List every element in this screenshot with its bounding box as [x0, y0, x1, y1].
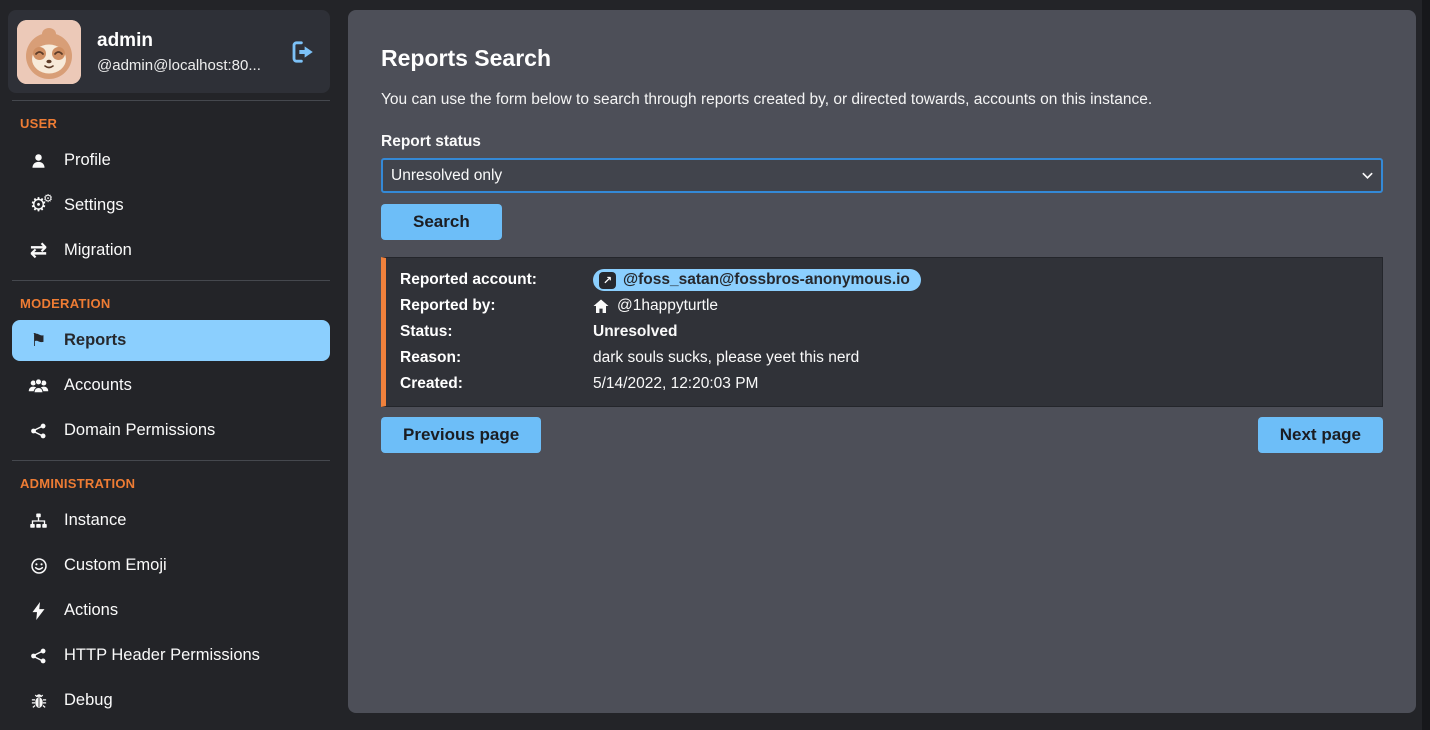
bug-icon: [28, 692, 49, 710]
sidebar-item-migration[interactable]: ⇄ Migration: [0, 228, 348, 273]
status-value: Unresolved: [593, 321, 1368, 343]
sidebar-item-debug[interactable]: Debug: [0, 678, 348, 723]
sidebar: admin @admin@localhost:80... USER Profil…: [0, 0, 348, 730]
page-description: You can use the form below to search thr…: [381, 91, 1383, 109]
reported-account-handle: @foss_satan@fossbros-anonymous.io: [623, 271, 910, 289]
smiley-icon: [28, 557, 49, 575]
reason-value: dark souls sucks, please yeet this nerd: [593, 347, 1368, 369]
reported-by-value: @1happyturtle: [593, 295, 1368, 317]
external-link-icon: ↗: [599, 272, 616, 289]
sidebar-item-label: HTTP Header Permissions: [64, 646, 260, 665]
sidebar-item-reports[interactable]: ⚑ Reports: [12, 320, 330, 361]
reason-label: Reason:: [400, 349, 593, 367]
report-status-label: Report status: [381, 133, 1383, 151]
sidebar-item-label: Accounts: [64, 376, 132, 395]
reported-account-link[interactable]: ↗ @foss_satan@fossbros-anonymous.io: [593, 269, 921, 291]
created-value: 5/14/2022, 12:20:03 PM: [593, 373, 1368, 395]
section-header-user: USER: [0, 101, 348, 138]
scrollbar-track[interactable]: [1422, 0, 1430, 730]
user-card[interactable]: admin @admin@localhost:80...: [8, 10, 330, 93]
report-status-select-wrap: Unresolved only: [381, 158, 1383, 193]
sidebar-item-label: Debug: [64, 691, 113, 710]
avatar: [17, 20, 81, 84]
pagination: Previous page Next page: [381, 417, 1383, 453]
share-nodes-icon: [28, 422, 49, 440]
sidebar-item-label: Actions: [64, 601, 118, 620]
report-status-select[interactable]: Unresolved only: [381, 158, 1383, 193]
reported-by-label: Reported by:: [400, 297, 593, 315]
sidebar-item-label: Profile: [64, 151, 111, 170]
content-wrap: Reports Search You can use the form belo…: [348, 0, 1430, 730]
sidebar-item-label: Custom Emoji: [64, 556, 167, 575]
section-header-moderation: MODERATION: [0, 281, 348, 318]
next-page-button[interactable]: Next page: [1258, 417, 1383, 453]
user-icon: [28, 152, 49, 170]
section-header-administration: ADMINISTRATION: [0, 461, 348, 498]
gears-icon: ⚙ ⚙: [28, 196, 49, 215]
sidebar-item-actions[interactable]: Actions: [0, 588, 348, 633]
sidebar-item-label: Settings: [64, 196, 124, 215]
sidebar-item-custom-emoji[interactable]: Custom Emoji: [0, 543, 348, 588]
reported-by-handle: @1happyturtle: [617, 297, 718, 315]
sidebar-item-label: Domain Permissions: [64, 421, 215, 440]
search-button[interactable]: Search: [381, 204, 502, 240]
report-card[interactable]: Reported account: ↗ @foss_satan@fossbros…: [381, 257, 1383, 407]
reported-account-label: Reported account:: [400, 271, 593, 289]
page-title: Reports Search: [381, 10, 1383, 72]
status-label: Status:: [400, 323, 593, 341]
logout-icon[interactable]: [290, 39, 316, 65]
bolt-icon: [28, 602, 49, 620]
previous-page-button[interactable]: Previous page: [381, 417, 541, 453]
sidebar-item-profile[interactable]: Profile: [0, 138, 348, 183]
user-meta: admin @admin@localhost:80...: [97, 30, 274, 74]
reported-account-value: ↗ @foss_satan@fossbros-anonymous.io: [593, 269, 1368, 291]
created-label: Created:: [400, 375, 593, 393]
users-icon: [28, 377, 49, 395]
sidebar-item-domain-permissions[interactable]: Domain Permissions: [0, 408, 348, 453]
sitemap-icon: [28, 512, 49, 530]
home-icon: [593, 299, 609, 314]
sidebar-item-instance[interactable]: Instance: [0, 498, 348, 543]
sidebar-item-http-header-permissions[interactable]: HTTP Header Permissions: [0, 633, 348, 678]
share-nodes-icon: [28, 647, 49, 665]
sloth-avatar: [17, 20, 81, 84]
user-handle: @admin@localhost:80...: [97, 57, 274, 74]
sidebar-item-accounts[interactable]: Accounts: [0, 363, 348, 408]
migration-arrows-icon: ⇄: [28, 240, 49, 261]
user-name: admin: [97, 30, 274, 52]
sidebar-item-label: Reports: [64, 331, 126, 350]
reports-search-panel: Reports Search You can use the form belo…: [348, 10, 1416, 713]
flag-icon: ⚑: [28, 332, 49, 350]
sidebar-item-label: Migration: [64, 241, 132, 260]
page: admin @admin@localhost:80... USER Profil…: [0, 0, 1430, 730]
sidebar-item-settings[interactable]: ⚙ ⚙ Settings: [0, 183, 348, 228]
sidebar-item-label: Instance: [64, 511, 126, 530]
